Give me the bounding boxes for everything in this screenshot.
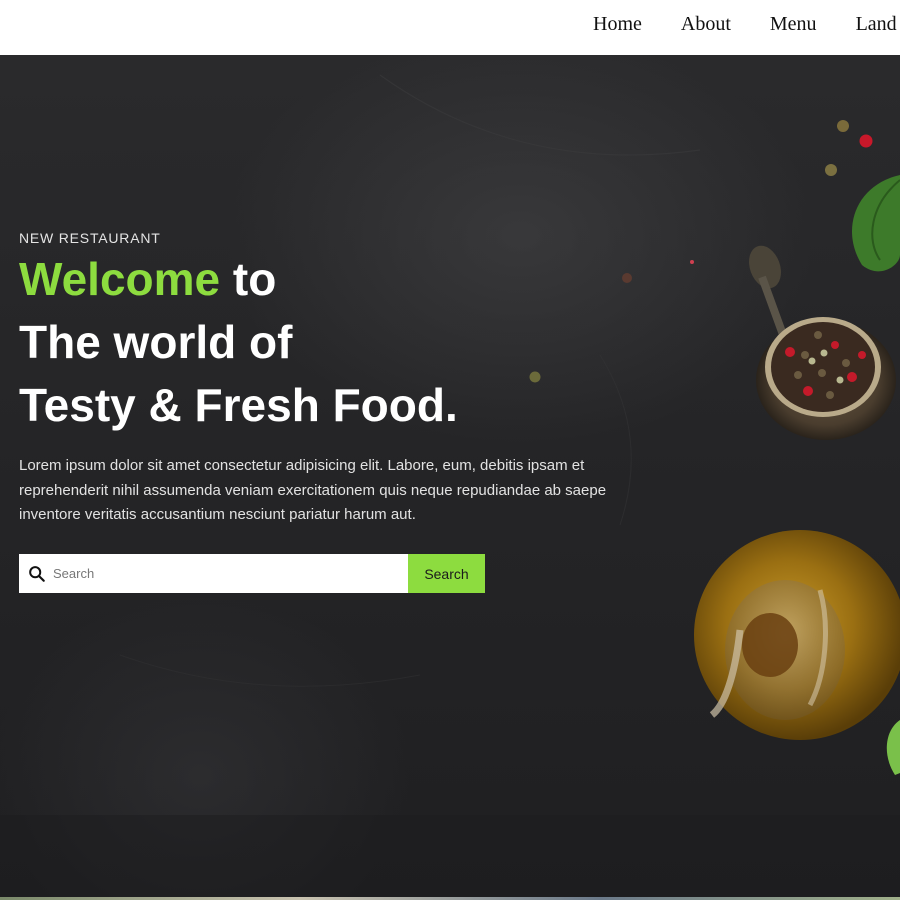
search-icon bbox=[29, 565, 45, 582]
headline-line-1-rest: to bbox=[220, 253, 277, 305]
search-form: Search bbox=[19, 554, 485, 593]
main-nav: Home About Menu Land bbox=[593, 12, 900, 36]
headline-accent-word: Welcome bbox=[19, 253, 221, 305]
nav-link-land[interactable]: Land bbox=[856, 12, 897, 36]
search-input[interactable] bbox=[53, 558, 393, 589]
nav-link-home[interactable]: Home bbox=[593, 12, 642, 36]
nav-link-about[interactable]: About bbox=[681, 12, 731, 36]
hero-eyebrow: NEW RESTAURANT bbox=[19, 230, 161, 246]
top-navigation-bar: Home About Menu Land bbox=[0, 0, 900, 55]
hero-description: Lorem ipsum dolor sit amet consectetur a… bbox=[19, 457, 607, 523]
headline-line-2: The world of bbox=[19, 316, 293, 368]
search-field-wrapper bbox=[19, 554, 408, 593]
hero-headline: Welcome to The world of Testy & Fresh Fo… bbox=[19, 248, 458, 437]
nav-link-menu[interactable]: Menu bbox=[770, 12, 817, 36]
search-button[interactable]: Search bbox=[408, 554, 485, 593]
hero-section: NEW RESTAURANT Welcome to The world of T… bbox=[0, 55, 900, 900]
headline-line-3: Testy & Fresh Food. bbox=[19, 379, 458, 431]
